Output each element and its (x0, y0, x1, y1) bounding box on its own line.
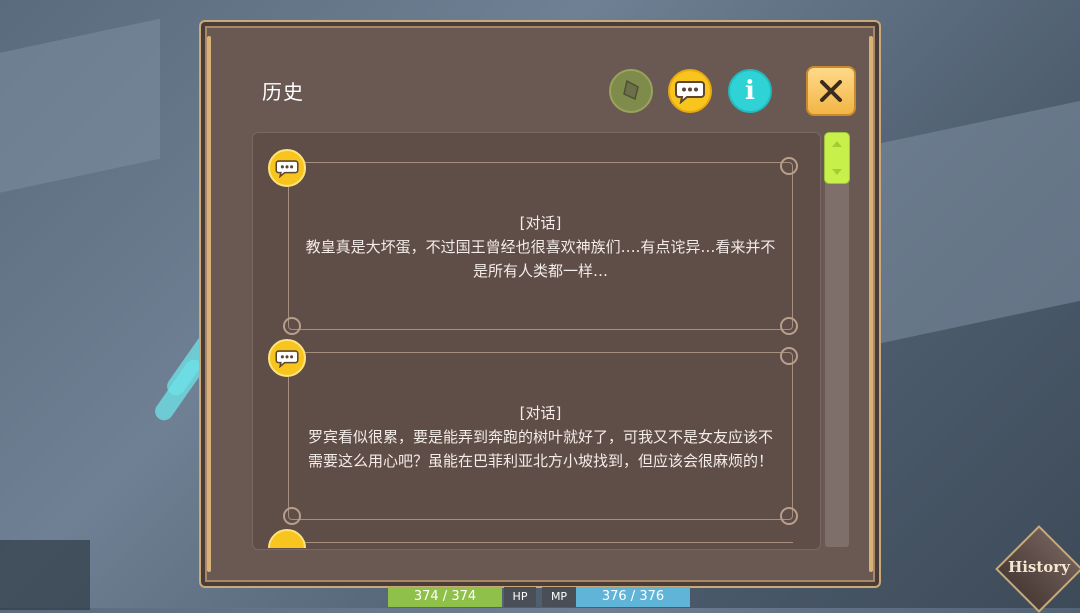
mp-bar: 376 / 376 (576, 587, 690, 607)
speech-bubble-icon (675, 81, 705, 104)
speech-bubble-icon (275, 350, 299, 368)
hp-value: 374 / 374 (413, 589, 477, 604)
history-button-label[interactable]: History (1003, 558, 1075, 576)
frame-corner-ornament (780, 347, 798, 365)
close-button[interactable] (806, 66, 856, 116)
history-entry: [对话] 罗宾看似很累，要是能弄到奔跑的树叶就好了，可我又不是女友应该不 需要这… (283, 347, 798, 525)
dialog-right-rail (869, 36, 873, 572)
close-icon (820, 80, 842, 102)
entry-text-line: 教皇真是大坏蛋，不过国王曾经也很喜欢神族们….有点诧异…看来并不 (305, 238, 776, 256)
entry-text-line: 罗宾看似很累，要是能弄到奔跑的树叶就好了，可我又不是女友应该不 (307, 428, 773, 446)
frame-corner-ornament (283, 317, 301, 335)
frame-corner-ornament (780, 507, 798, 525)
frame-corner-ornament (780, 157, 798, 175)
entry-text-line: 需要这么用心吧？虽能在巴菲利亚北方小坡找到，但应该会很麻烦的！ (307, 452, 773, 470)
entry-tag: [对话] (519, 214, 562, 232)
dialog-left-rail (207, 36, 211, 572)
history-entry: [对话] 教皇真是大坏蛋，不过国王曾经也很喜欢神族们….有点诧异…看来并不 是所… (283, 157, 798, 335)
scrollbar-thumb[interactable] (824, 132, 850, 184)
frame-corner-ornament (780, 317, 798, 335)
scrollbar-track[interactable] (825, 134, 849, 547)
entry-tag: [对话] (519, 404, 562, 422)
frame-corner-ornament (283, 507, 301, 525)
history-entry-partial (288, 542, 793, 549)
dialogue-entry-icon (268, 149, 306, 187)
scroll-arrows-icon (832, 141, 842, 175)
filter-erase-button[interactable] (609, 69, 653, 113)
speech-bubble-icon (275, 160, 299, 178)
filter-dialogue-button[interactable] (668, 69, 712, 113)
dialogue-entry-icon (268, 339, 306, 377)
background-tile (0, 18, 160, 202)
filter-info-button[interactable]: i (728, 69, 772, 113)
entry-text-line: 是所有人类都一样… (472, 262, 608, 280)
background-shadow (0, 540, 90, 610)
info-icon: i (745, 76, 755, 106)
erase-icon (623, 79, 639, 101)
hp-label: HP (504, 587, 536, 607)
mp-value: 376 / 376 (601, 589, 665, 604)
mp-label: MP (542, 587, 576, 607)
hp-bar: 374 / 374 (388, 587, 502, 607)
dialog-title: 历史 (262, 80, 304, 104)
background-tile (880, 96, 1080, 344)
dialogue-entry-icon (268, 529, 306, 548)
